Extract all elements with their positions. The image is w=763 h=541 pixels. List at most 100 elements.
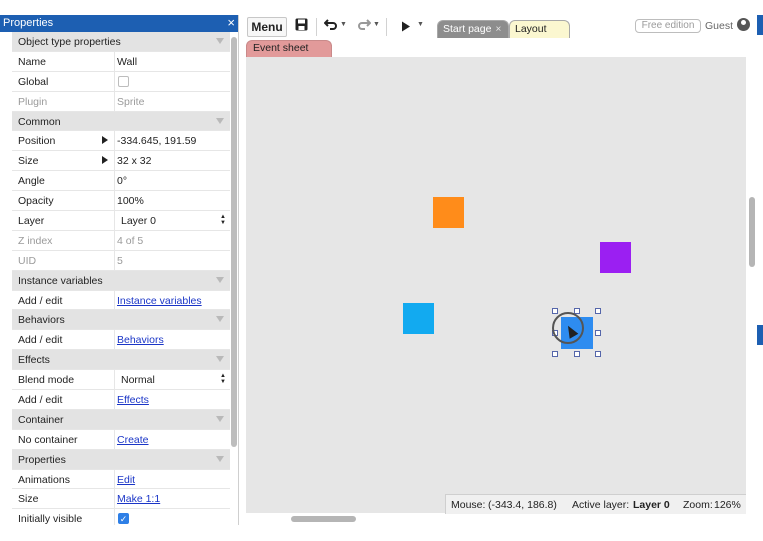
collapse-icon[interactable]	[216, 455, 224, 462]
property-value[interactable]: Wall	[117, 56, 137, 68]
collapse-icon[interactable]	[216, 276, 224, 283]
resize-handle[interactable]	[552, 308, 558, 314]
property-value[interactable]: 0°	[117, 175, 127, 187]
properties-scrollbar[interactable]	[231, 37, 237, 447]
property-row: Size Make 1:1	[12, 489, 230, 510]
property-category[interactable]: Behaviors	[12, 310, 230, 331]
collapse-icon[interactable]	[216, 415, 224, 422]
property-link[interactable]: Instance variables	[117, 295, 202, 307]
undo-dropdown-caret[interactable]: ▼	[340, 21, 347, 28]
menu-button[interactable]: Menu	[247, 17, 287, 37]
select-arrows-icon[interactable]: ▲ ▼	[220, 214, 226, 226]
expand-icon[interactable]	[102, 136, 108, 145]
expand-icon[interactable]	[102, 156, 108, 165]
property-category[interactable]: Instance variables	[12, 270, 230, 291]
column-divider	[114, 370, 115, 390]
property-category[interactable]: Properties	[12, 449, 230, 470]
property-category[interactable]: Object type properties	[12, 32, 230, 52]
tab-layout-1[interactable]: Layout 1×	[509, 20, 570, 51]
purple-sprite[interactable]	[600, 242, 631, 273]
property-row: Animations Edit	[12, 469, 230, 490]
scrollbar-thumb[interactable]	[291, 516, 356, 522]
undo-icon[interactable]	[323, 17, 338, 34]
cyan-sprite[interactable]	[403, 303, 434, 334]
property-name: Size	[18, 155, 39, 168]
zoom-label: Zoom:	[683, 499, 713, 511]
column-divider	[114, 250, 115, 270]
property-value: 4 of 5	[117, 234, 144, 247]
property-name: Plugin	[18, 95, 48, 108]
construct-editor: Properties × Object type properties Name W…	[0, 0, 763, 541]
property-row: No container Create	[12, 429, 230, 450]
resize-handle[interactable]	[595, 308, 601, 314]
property-select[interactable]: Layer 0	[121, 215, 156, 227]
zoom-value: 126%	[714, 499, 741, 511]
user-label[interactable]: Guest	[705, 20, 733, 32]
property-name: Position	[18, 135, 56, 148]
column-divider	[114, 489, 115, 509]
property-value[interactable]: 32 x 32	[117, 155, 151, 167]
column-divider	[114, 171, 115, 191]
property-name: Angle	[18, 175, 45, 188]
category-label: Properties	[18, 453, 66, 466]
property-value: 5	[117, 254, 123, 267]
horizontal-scrollbar[interactable]	[246, 513, 746, 525]
select-arrows-icon[interactable]: ▲ ▼	[220, 373, 226, 385]
checkbox[interactable]	[118, 75, 129, 87]
right-panel-edge	[757, 325, 763, 345]
column-divider	[114, 51, 115, 71]
column-divider	[114, 429, 115, 449]
user-icon[interactable]	[737, 18, 750, 31]
vertical-scrollbar[interactable]	[748, 57, 756, 513]
property-category[interactable]: Container	[12, 409, 230, 430]
property-select[interactable]: Normal	[121, 374, 155, 386]
edition-badge[interactable]: Free edition	[635, 19, 701, 33]
property-link[interactable]: Make 1:1	[117, 493, 160, 505]
redo-dropdown-caret[interactable]: ▼	[373, 21, 380, 28]
property-name: Blend mode	[18, 374, 75, 387]
property-category[interactable]: Effects	[12, 350, 230, 371]
resize-handle[interactable]	[595, 330, 601, 336]
mouse-label: Mouse:	[451, 499, 486, 511]
collapse-icon[interactable]	[216, 356, 224, 363]
property-row: Position -334.645, 191.59	[12, 131, 230, 152]
save-icon[interactable]	[295, 18, 308, 34]
right-panel-edge	[757, 15, 763, 35]
property-link[interactable]: Effects	[117, 394, 149, 406]
toolbar-separator	[386, 18, 387, 36]
redo-icon[interactable]	[357, 17, 372, 34]
property-link[interactable]: Create	[117, 434, 149, 446]
property-name: Size	[18, 493, 39, 506]
play-icon[interactable]	[401, 20, 411, 35]
tab-event-sheet-1[interactable]: Event sheet 1×	[246, 40, 332, 69]
layout-canvas[interactable]	[246, 57, 746, 513]
property-row: Name Wall	[12, 51, 230, 72]
property-link[interactable]: Behaviors	[117, 334, 164, 346]
close-icon[interactable]: ×	[227, 15, 235, 30]
orange-sprite[interactable]	[433, 197, 464, 228]
scrollbar-thumb[interactable]	[749, 197, 755, 267]
column-divider	[114, 290, 115, 310]
close-icon[interactable]: ×	[495, 24, 501, 35]
collapse-icon[interactable]	[216, 117, 224, 124]
category-label: Effects	[18, 354, 50, 367]
play-dropdown-caret[interactable]: ▼	[417, 21, 424, 28]
property-value[interactable]: -334.645, 191.59	[117, 135, 196, 147]
resize-handle[interactable]	[574, 351, 580, 357]
property-name: Add / edit	[18, 334, 63, 347]
tab-start-page[interactable]: Start page ×	[437, 20, 509, 38]
checkbox[interactable]: ✓	[118, 513, 129, 525]
collapse-icon[interactable]	[216, 38, 224, 44]
collapse-icon[interactable]	[216, 316, 224, 323]
status-bar: Mouse: (-343.4, 186.8) Active layer: Lay…	[445, 494, 746, 514]
properties-panel: Properties × Object type properties Name W…	[0, 15, 239, 525]
column-divider	[114, 230, 115, 250]
property-name: Opacity	[18, 195, 54, 208]
property-category[interactable]: Common	[12, 111, 230, 132]
category-label: Container	[18, 413, 64, 426]
resize-handle[interactable]	[595, 351, 601, 357]
property-link[interactable]: Edit	[117, 474, 135, 486]
toolbar-separator	[316, 18, 317, 36]
resize-handle[interactable]	[552, 351, 558, 357]
property-value[interactable]: 100%	[117, 195, 144, 207]
